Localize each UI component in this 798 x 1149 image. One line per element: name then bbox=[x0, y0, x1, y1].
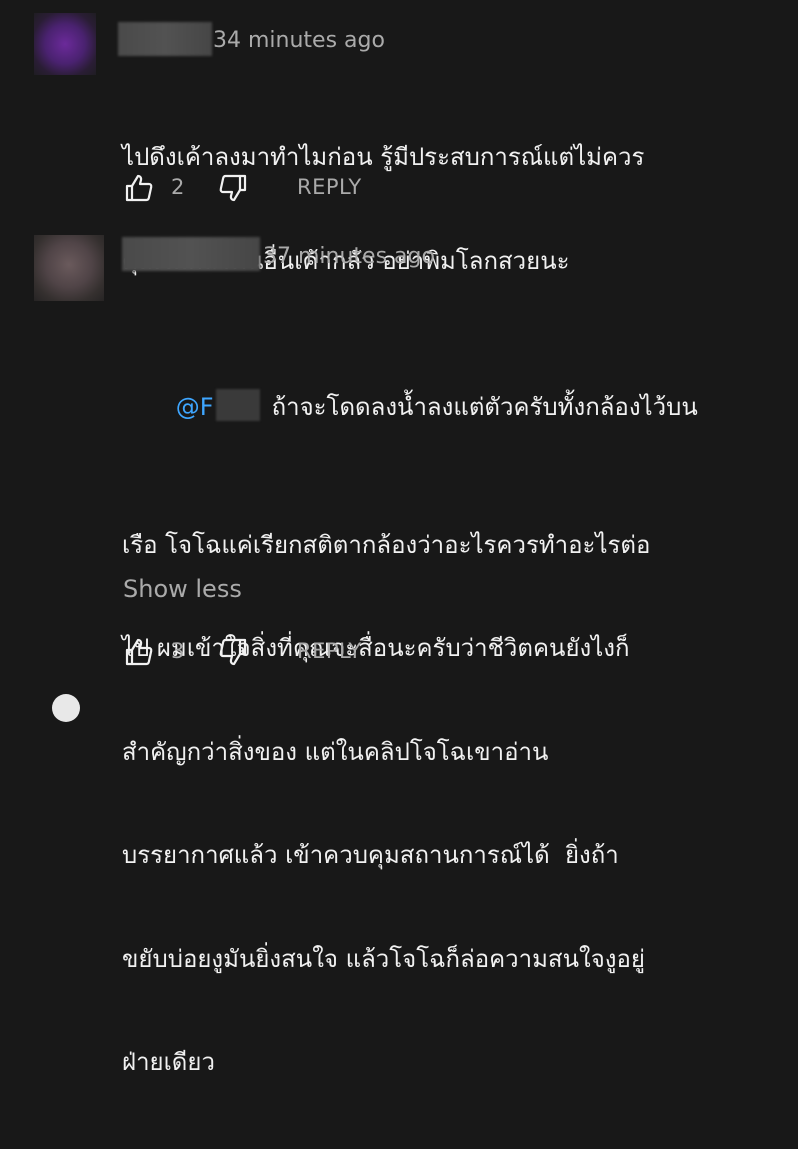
comment-text-line: @F ถ้าจะโดดลงน้ำลงแต่ตัวครับทั้งกล้องไว้บ… bbox=[122, 354, 698, 459]
comment-text-segment: ถ้าจะโดดลงน้ำลงแต่ตัวครับทั้งกล้องไว้บน bbox=[271, 392, 698, 421]
avatar[interactable] bbox=[34, 235, 104, 301]
comment-text-line: ไปดึงเค้าลงมาทำไมก่อน รู้มีประสบการณ์แต่… bbox=[122, 143, 645, 171]
dislike-button[interactable] bbox=[217, 636, 249, 668]
like-button[interactable] bbox=[123, 636, 155, 668]
comment-text-line: สำคัญกว่าสิ่งของ แต่ในคลิปโจโฉเขาอ่าน bbox=[122, 737, 549, 766]
comment-text: @F ถ้าจะโดดลงน้ำลงแต่ตัวครับทั้งกล้องไว้บ… bbox=[122, 285, 698, 1149]
like-count: 3 bbox=[171, 639, 185, 663]
author-name-redacted[interactable] bbox=[122, 237, 260, 271]
comment-2: 37 minutes ago @F ถ้าจะโดดลงน้ำลงแต่ตัวคร… bbox=[0, 215, 798, 1076]
thumbs-up-icon bbox=[125, 174, 153, 202]
comment-text-line: ขยับบ่อยงูมันยิ่งสนใจ แล้วโจโฉก็ล่อความส… bbox=[122, 944, 645, 973]
author-name-redacted[interactable] bbox=[118, 22, 212, 56]
mention-name-redacted bbox=[215, 388, 260, 421]
comment-text-line: ไป ผมเข้าใจสิ่งที่คุณจะสื่อนะครับว่าชีวิ… bbox=[122, 634, 630, 662]
comment-text-line: บรรยากาศแล้ว เข้าควบคุมสถานการณ์ได้ ยิ่ง… bbox=[122, 841, 619, 869]
like-count: 2 bbox=[171, 175, 185, 199]
show-less-button[interactable]: Show less bbox=[123, 575, 242, 603]
avatar[interactable] bbox=[34, 13, 96, 75]
dislike-button[interactable] bbox=[217, 172, 249, 204]
thumbs-down-icon bbox=[219, 174, 247, 202]
comment-timestamp[interactable]: 34 minutes ago bbox=[213, 28, 385, 53]
comment-text-line: ฝ่ายเดียว bbox=[122, 1048, 215, 1076]
comment-1: 34 minutes ago ไปดึงเค้าลงมาทำไมก่อน รู้… bbox=[0, 0, 798, 275]
thumbs-up-icon bbox=[125, 638, 153, 666]
mention-link[interactable]: @F bbox=[176, 393, 214, 421]
comment-timestamp[interactable]: 37 minutes ago bbox=[263, 244, 435, 269]
comment-text-line: เรือ โจโฉแค่เรียกสติตากล้องว่าอะไรควรทำอ… bbox=[122, 530, 651, 559]
next-comment-avatar[interactable] bbox=[52, 694, 80, 722]
reply-button[interactable]: REPLY bbox=[297, 639, 362, 663]
reply-button[interactable]: REPLY bbox=[297, 175, 362, 199]
thumbs-down-icon bbox=[219, 638, 247, 666]
like-button[interactable] bbox=[123, 172, 155, 204]
